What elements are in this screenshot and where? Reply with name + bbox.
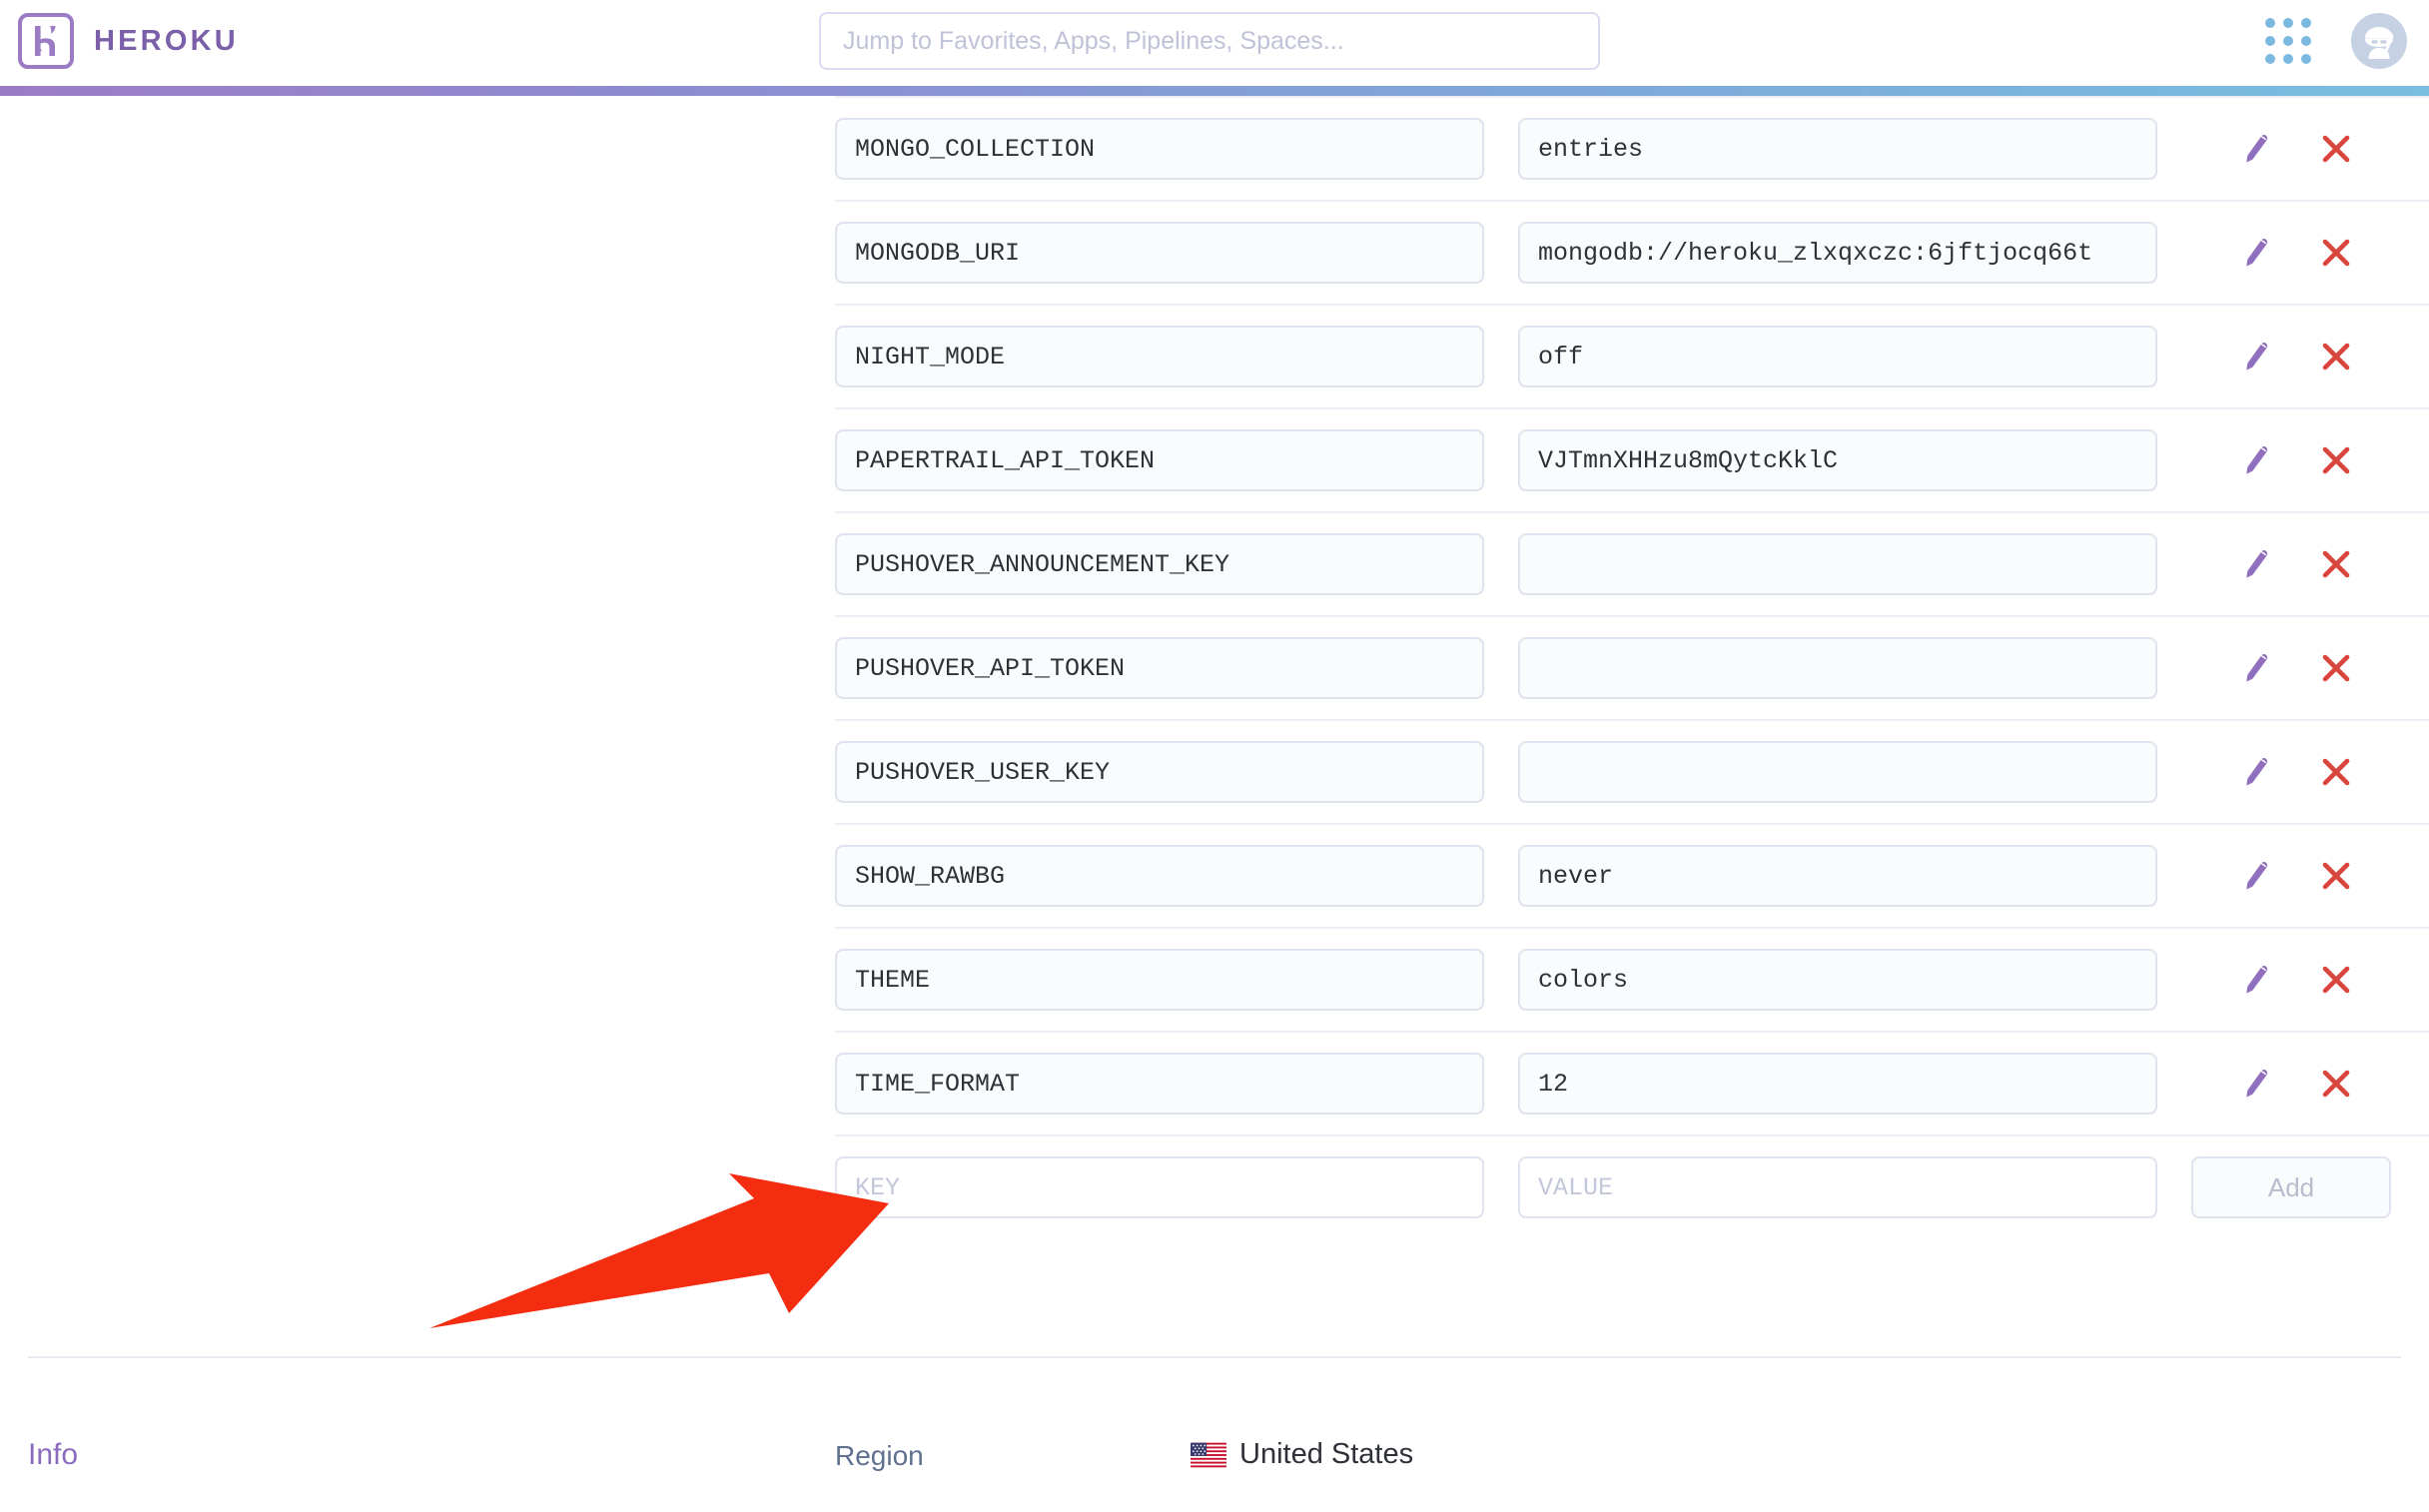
config-value-input[interactable] [1518,845,2157,907]
new-config-key-input[interactable] [835,1156,1484,1218]
info-section-title: Info [28,1438,79,1471]
config-row-actions [2239,340,2353,374]
pencil-icon[interactable] [2239,236,2273,270]
region-value: United States [1191,1438,1413,1471]
close-x-icon[interactable] [2319,651,2353,685]
ninja-avatar-icon[interactable] [2351,13,2407,69]
config-key-input[interactable] [835,222,1484,284]
config-row-actions [2239,1067,2353,1101]
config-var-row [835,719,2429,823]
heroku-logo-icon [18,13,74,69]
info-section: Info Region United States [0,1438,2429,1512]
config-row-actions [2239,963,2353,997]
config-var-row [835,1031,2429,1134]
config-var-row [835,511,2429,615]
pencil-icon[interactable] [2239,547,2273,581]
pencil-icon[interactable] [2239,443,2273,477]
config-var-row [835,200,2429,304]
close-x-icon[interactable] [2319,1067,2353,1101]
region-value-text: United States [1239,1438,1414,1470]
pencil-icon[interactable] [2239,340,2273,374]
config-key-input[interactable] [835,326,1484,387]
add-config-var-button[interactable]: Add [2191,1156,2391,1218]
config-var-row [835,615,2429,719]
close-x-icon[interactable] [2319,755,2353,789]
close-x-icon[interactable] [2319,963,2353,997]
pencil-icon[interactable] [2239,1067,2273,1101]
config-var-row [835,823,2429,927]
config-row-actions [2239,132,2353,166]
config-key-input[interactable] [835,429,1484,491]
apps-grid-icon[interactable] [2265,18,2311,64]
config-value-input[interactable] [1518,118,2157,180]
global-search-input[interactable] [819,12,1600,70]
config-key-input[interactable] [835,637,1484,699]
config-var-row [835,927,2429,1031]
config-var-row [835,96,2429,200]
top-navigation-bar: HEROKU [0,0,2429,86]
config-value-input[interactable] [1518,222,2157,284]
config-row-actions [2239,236,2353,270]
pencil-icon[interactable] [2239,963,2273,997]
nav-right-cluster [2265,8,2407,74]
config-value-input[interactable] [1518,949,2157,1011]
config-value-input[interactable] [1518,637,2157,699]
close-x-icon[interactable] [2319,443,2353,477]
config-key-input[interactable] [835,533,1484,595]
config-var-new-row: Add [835,1134,2429,1238]
config-key-input[interactable] [835,845,1484,907]
new-config-value-input[interactable] [1518,1156,2157,1218]
config-value-input[interactable] [1518,429,2157,491]
close-x-icon[interactable] [2319,236,2353,270]
brand-name: HEROKU [94,24,239,57]
config-row-actions [2239,443,2353,477]
brand-logo[interactable]: HEROKU [18,8,239,74]
config-var-row [835,407,2429,511]
pencil-icon[interactable] [2239,651,2273,685]
pencil-icon[interactable] [2239,132,2273,166]
config-key-input[interactable] [835,118,1484,180]
close-x-icon[interactable] [2319,132,2353,166]
accent-gradient-bar [0,86,2429,96]
config-row-actions [2239,651,2353,685]
config-row-actions [2239,755,2353,789]
config-key-input[interactable] [835,1053,1484,1115]
close-x-icon[interactable] [2319,859,2353,893]
config-row-actions [2239,547,2353,581]
pencil-icon[interactable] [2239,859,2273,893]
config-key-input[interactable] [835,949,1484,1011]
config-value-input[interactable] [1518,741,2157,803]
config-value-input[interactable] [1518,326,2157,387]
config-key-input[interactable] [835,741,1484,803]
config-value-input[interactable] [1518,533,2157,595]
close-x-icon[interactable] [2319,340,2353,374]
config-value-input[interactable] [1518,1053,2157,1115]
pencil-icon[interactable] [2239,755,2273,789]
region-label: Region [835,1440,924,1471]
config-vars-table: Add [0,96,2429,1238]
config-var-row [835,304,2429,407]
close-x-icon[interactable] [2319,547,2353,581]
section-divider [28,1356,2401,1358]
config-row-actions [2239,859,2353,893]
us-flag-icon [1191,1442,1226,1467]
